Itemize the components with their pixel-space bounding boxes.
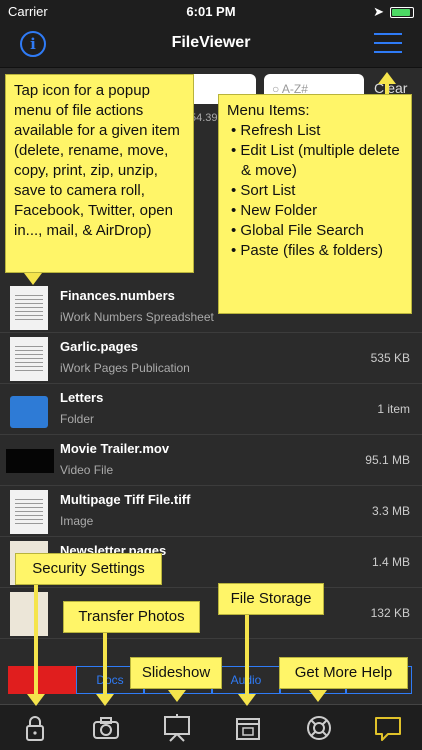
menu-item: Edit List (multiple delete & move)	[227, 141, 403, 181]
file-size: 132 KB	[370, 606, 410, 620]
callout-pointer-line	[245, 615, 249, 695]
file-actions-callout: Tap icon for a popup menu of file action…	[5, 74, 194, 273]
lock-icon[interactable]	[19, 712, 51, 744]
file-name: Finances.numbers	[60, 288, 175, 303]
file-row[interactable]: Multipage Tiff File.tiff Image 3.3 MB	[0, 486, 422, 537]
file-type: Folder	[60, 412, 95, 426]
video-thumbnail[interactable]	[6, 449, 54, 473]
file-size: 95.1 MB	[365, 453, 410, 467]
file-name: Movie Trailer.mov	[60, 441, 170, 456]
comment-icon[interactable]	[372, 712, 404, 744]
security-settings-callout: Security Settings	[15, 553, 162, 585]
file-row[interactable]: Letters Folder 1 item	[0, 384, 422, 435]
folder-icon[interactable]	[10, 396, 48, 428]
callout-pointer	[309, 690, 327, 702]
menu-item: Paste (files & folders)	[227, 241, 403, 261]
slideshow-icon[interactable]	[161, 712, 193, 744]
transfer-photos-callout: Transfer Photos	[63, 601, 200, 633]
menu-items-list: Refresh List Edit List (multiple delete …	[227, 121, 403, 261]
file-storage-icon[interactable]	[232, 712, 264, 744]
callout-pointer	[168, 690, 186, 702]
menu-items-title: Menu Items:	[227, 102, 310, 119]
file-type: Video File	[60, 463, 114, 477]
file-row[interactable]: Garlic.pages iWork Pages Publication 535…	[0, 333, 422, 384]
file-size: 1 item	[377, 402, 410, 416]
callout-pointer	[238, 694, 256, 706]
file-thumbnail[interactable]	[10, 286, 48, 330]
menu-item: Sort List	[227, 181, 403, 201]
navigation-bar: i FileViewer	[0, 22, 422, 68]
app-title: FileViewer	[171, 34, 251, 51]
callout-pointer-line	[103, 633, 107, 695]
location-icon: ➤	[373, 4, 384, 19]
battery-icon	[390, 6, 414, 18]
help-lifebuoy-icon[interactable]	[303, 712, 335, 744]
file-size: 3.3 MB	[371, 504, 410, 518]
file-size: 535 KB	[370, 351, 410, 365]
callout-pointer	[378, 72, 396, 84]
file-thumbnail[interactable]	[10, 337, 48, 381]
file-type: iWork Pages Publication	[60, 361, 190, 375]
file-storage-callout: File Storage	[218, 583, 324, 615]
callout-pointer	[27, 694, 45, 706]
file-thumbnail[interactable]	[10, 592, 48, 636]
file-size: 1.4 MB	[371, 555, 410, 569]
file-type: iWork Numbers Spreadsheet	[60, 310, 214, 324]
menu-icon[interactable]	[374, 33, 402, 55]
file-thumbnail[interactable]	[10, 490, 48, 534]
file-name: Multipage Tiff File.tiff	[60, 492, 191, 507]
slideshow-callout: Slideshow	[130, 657, 222, 689]
callout-pointer	[96, 694, 114, 706]
filter-all[interactable]	[8, 666, 76, 694]
camera-icon[interactable]	[90, 712, 122, 744]
get-more-help-callout: Get More Help	[279, 657, 408, 689]
callout-pointer-line	[385, 84, 389, 94]
file-row[interactable]: Movie Trailer.mov Video File 95.1 MB	[0, 435, 422, 486]
status-time: 6:01 PM	[186, 4, 236, 19]
callout-pointer	[24, 273, 42, 285]
callout-pointer-line	[34, 585, 38, 695]
file-type: Image	[60, 514, 94, 528]
menu-items-callout: Menu Items: Refresh List Edit List (mult…	[218, 94, 412, 314]
storage-readout: 54.39	[190, 112, 218, 124]
menu-item: New Folder	[227, 201, 403, 221]
file-name: Letters	[60, 390, 104, 405]
file-name: Garlic.pages	[60, 339, 139, 354]
tab-bar	[0, 704, 422, 750]
status-icons: ➤	[373, 4, 414, 20]
menu-item: Global File Search	[227, 221, 403, 241]
menu-item: Refresh List	[227, 121, 403, 141]
status-bar: Carrier 6:01 PM ➤	[0, 0, 422, 22]
